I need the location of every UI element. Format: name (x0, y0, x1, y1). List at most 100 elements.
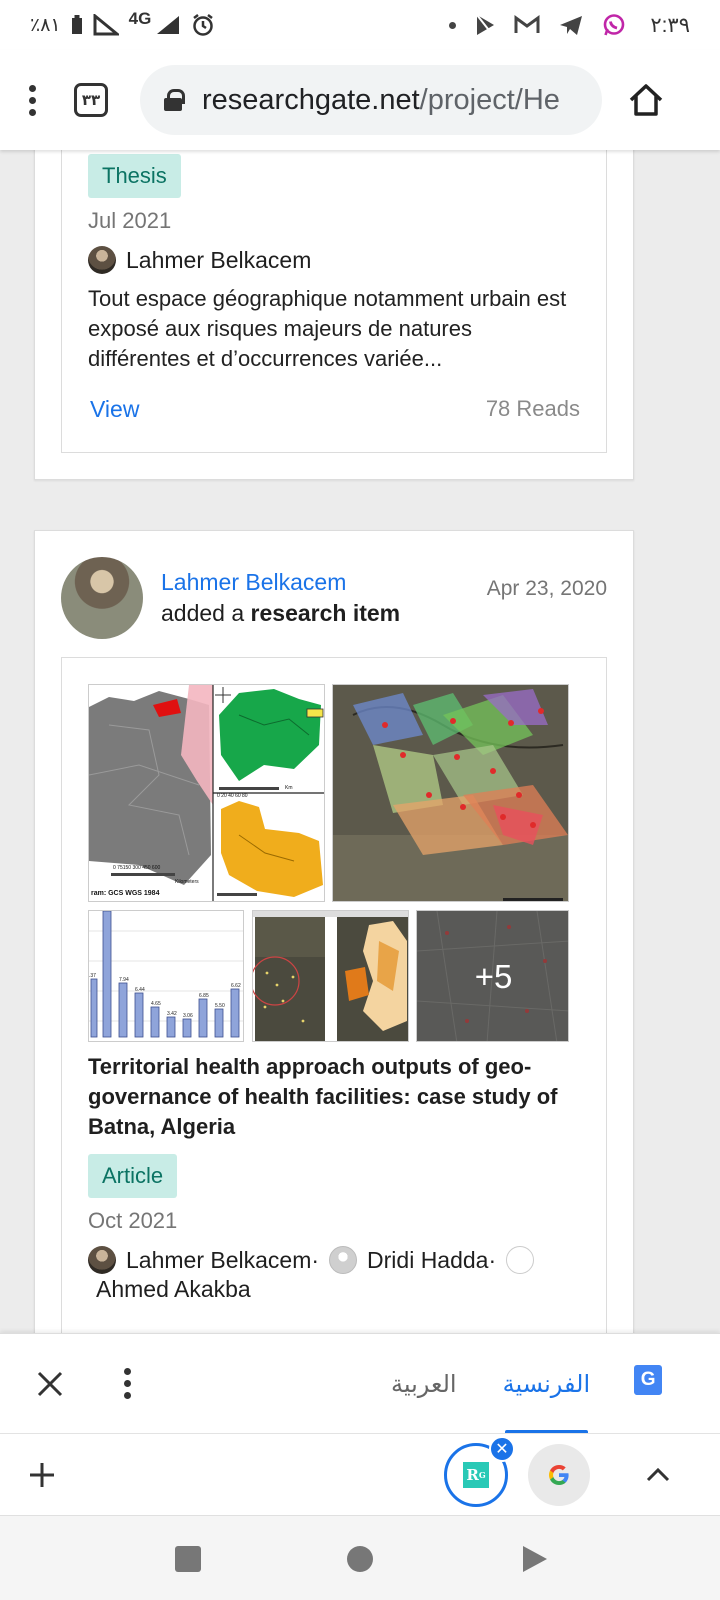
clock: ٢:٣٩ (650, 13, 690, 37)
back-icon[interactable] (521, 1544, 549, 1574)
researchgate-tab-button[interactable]: RG ✕ (444, 1435, 515, 1507)
menu-dot (28, 108, 36, 116)
avatar (329, 1246, 358, 1274)
item-date: Oct 2021 (88, 1208, 178, 1233)
author-name[interactable]: Dridi Hadda (367, 1247, 488, 1274)
network-type: 4G (128, 9, 152, 28)
browser-menu-button[interactable] (20, 84, 44, 116)
figure-thumbnail[interactable]: .37 7.94 6.44 4.65 3.42 3.06 6.85 5.50 6… (88, 910, 244, 1042)
more-figures-count: +5 (474, 958, 513, 995)
author-list: Lahmer Belkacem (88, 246, 311, 274)
researchgate-icon: RG (463, 1461, 489, 1488)
status-left: ٪٨١ 4G (30, 9, 215, 37)
map-caption: ram: GCS WGS 1984 (91, 890, 160, 897)
map-scale-unit: Kilometers (175, 879, 199, 885)
actor-name[interactable]: Lahmer Belkacem (161, 569, 400, 596)
research-item-inner: Thesis Jul 2021 Lahmer Belkacem Tout esp… (61, 150, 607, 453)
avatar (506, 1246, 535, 1274)
bar-label: 6.85 (199, 993, 209, 999)
raster-map-figure (253, 911, 408, 1041)
item-abstract: Tout espace géographique notamment urbai… (88, 286, 567, 371)
tab-target-language[interactable]: العربية (391, 1370, 457, 1398)
inset-scale-unit: Km (285, 785, 293, 791)
google-icon (549, 1464, 569, 1485)
avatar (88, 1246, 116, 1274)
avatar (88, 246, 116, 274)
bar-label: 4.65 (151, 1001, 161, 1007)
lock-icon (164, 89, 185, 111)
google-translate-icon[interactable]: G 文 (634, 1364, 675, 1403)
notification-dot-icon (449, 21, 457, 29)
url-text[interactable]: researchgate.net/project/He (202, 84, 560, 117)
tab-switcher-button[interactable]: ٣٣ (74, 83, 108, 117)
view-link[interactable]: View (90, 396, 139, 423)
map-scale-label: 0 75150 300 450 600 (113, 865, 160, 871)
signal-icon-2 (157, 16, 180, 34)
page-content: Thesis Jul 2021 Lahmer Belkacem Tout esp… (0, 150, 720, 1333)
status-right: ٢:٣٩ (449, 13, 690, 38)
menu-dot (28, 96, 36, 104)
translate-bar: العربية الفرنسية G 文 (0, 1333, 720, 1434)
more-figures-thumbnail[interactable]: +5 (416, 910, 569, 1042)
bar-label: 6.44 (135, 987, 145, 993)
author-name[interactable]: Lahmer Belkacem (126, 247, 311, 274)
satellite-coverage-figure (333, 685, 568, 901)
close-icon[interactable]: ✕ (489, 1435, 515, 1462)
google-tab-button[interactable] (528, 1443, 590, 1506)
author-name[interactable]: Ahmed Akakba (96, 1276, 588, 1303)
bar-label: 3.42 (167, 1011, 177, 1017)
home-icon[interactable] (626, 80, 666, 120)
bar-label: .37 (89, 973, 96, 979)
posted-date: Apr 23, 2020 (486, 577, 607, 600)
signal-icon (93, 14, 119, 36)
menu-dot (124, 1368, 131, 1375)
alarm-icon (193, 14, 214, 36)
item-title[interactable]: Territorial health approach outputs of g… (88, 1052, 578, 1142)
author-separator: · (311, 1246, 320, 1273)
activity-prefix: added a (161, 600, 251, 626)
research-item-card: Thesis Jul 2021 Lahmer Belkacem Tout esp… (34, 150, 634, 480)
plus-icon[interactable] (28, 1461, 56, 1489)
url-domain: researchgate.net (202, 83, 420, 116)
research-item-inner: ram: GCS WGS 1984 0 75150 300 450 600 Ki… (61, 657, 607, 1333)
url-bar[interactable]: researchgate.net/project/He (140, 65, 602, 135)
tab-source-language-label: الفرنسية (502, 1369, 591, 1398)
item-date: Jul 2021 (88, 208, 172, 233)
telegram-icon (560, 16, 583, 35)
inset-scale-label: 0 20 40 60 80 (217, 793, 248, 799)
translate-menu-button[interactable] (124, 1368, 131, 1399)
bar-label: 5.50 (215, 1003, 225, 1009)
avatar[interactable] (61, 557, 143, 639)
status-bar: ٪٨١ 4G ٢:٣٩ (0, 0, 720, 50)
gmail-icon (514, 15, 540, 33)
reads-count: 78 Reads (485, 396, 580, 421)
bottom-toolbar: RG ✕ (0, 1433, 720, 1515)
figure-thumbnail[interactable] (252, 910, 409, 1042)
browser-toolbar: ٣٣ researchgate.net/project/He (0, 50, 720, 150)
menu-dot (124, 1392, 131, 1399)
bar-label: 3.06 (183, 1013, 193, 1019)
system-nav-bar (0, 1515, 720, 1600)
battery-percent: ٪٨١ (30, 14, 61, 36)
activity-object: research item (250, 600, 401, 626)
recents-icon[interactable] (175, 1546, 201, 1572)
activity-header: Lahmer Belkacem added a research item (161, 569, 400, 627)
activity-card: Lahmer Belkacem added a research item Ap… (34, 530, 634, 1333)
chevron-up-icon[interactable] (644, 1461, 672, 1489)
home-nav-icon[interactable] (347, 1546, 373, 1572)
author-name[interactable]: Lahmer Belkacem (126, 1247, 311, 1274)
play-store-icon (476, 14, 495, 35)
bar-chart-figure: .37 7.94 6.44 4.65 3.42 3.06 6.85 5.50 6… (89, 911, 243, 1038)
figure-thumbnail[interactable]: ram: GCS WGS 1984 0 75150 300 450 600 Ki… (88, 684, 325, 902)
close-icon[interactable] (36, 1370, 64, 1398)
item-type-badge: Article (88, 1154, 178, 1198)
bar-label: 6.62 (231, 983, 241, 989)
whatsapp-icon (604, 14, 625, 36)
author-separator: · (488, 1246, 497, 1273)
battery-icon (71, 15, 82, 34)
figure-thumbnail[interactable] (332, 684, 569, 902)
bar-label: 7.94 (119, 977, 129, 983)
author-list: Lahmer Belkacem · Dridi Hadda · Ahmed Ak… (88, 1246, 588, 1303)
url-path: /project/He (419, 83, 560, 116)
tab-source-language[interactable]: الفرنسية (502, 1334, 591, 1434)
